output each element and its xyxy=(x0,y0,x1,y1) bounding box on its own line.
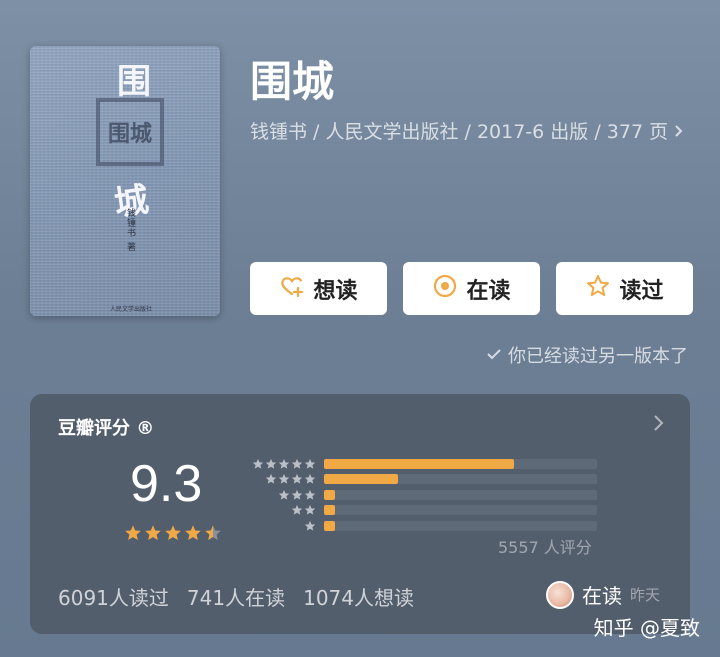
cover-author: 钱锺书 著 xyxy=(125,208,135,252)
reading-actions: 想读 在读 读过 xyxy=(250,262,693,315)
rating-dist-row xyxy=(244,472,597,488)
cover-title-top: 围 xyxy=(117,62,151,102)
other-edition-text: 你已经读过另一版本了 xyxy=(508,346,688,367)
rating-count: 5557 人评分 xyxy=(498,538,592,557)
heart-plus-icon xyxy=(279,273,305,305)
rating-stars xyxy=(124,524,222,542)
want-to-read-label: 想读 xyxy=(313,278,358,304)
rating-dist-track xyxy=(324,505,597,516)
registered-mark: ® xyxy=(136,418,155,439)
star-icon xyxy=(145,525,161,541)
star-outline-icon xyxy=(585,273,611,305)
chevron-right-icon[interactable] xyxy=(652,414,666,432)
reading-circle-icon xyxy=(432,273,458,305)
rating-card[interactable]: 豆瓣评分 ® 9.3 5557 人评分 6091人读过 741人在读 1074人… xyxy=(30,394,690,634)
star-icon xyxy=(304,489,316,500)
avatar xyxy=(545,580,574,609)
star-icon xyxy=(304,505,316,515)
star-icon xyxy=(291,489,303,500)
rating-dist-stars xyxy=(244,504,316,516)
stat-reading[interactable]: 741人在读 xyxy=(187,582,285,611)
rating-dist-fill xyxy=(324,520,335,531)
reader-stats: 6091人读过 741人在读 1074人想读 xyxy=(58,582,414,611)
want-to-read-button[interactable]: 想读 xyxy=(250,262,387,315)
rating-distribution xyxy=(244,456,597,534)
rating-header-text: 豆瓣评分 xyxy=(58,418,130,439)
other-edition-note[interactable]: 你已经读过另一版本了 xyxy=(486,342,688,368)
cover-publisher: 人民文学出版社 xyxy=(110,306,153,313)
stat-want[interactable]: 1074人想读 xyxy=(303,582,414,611)
star-icon xyxy=(185,525,201,541)
star-icon xyxy=(304,520,316,531)
rating-dist-track xyxy=(324,489,597,500)
rating-dist-stars xyxy=(244,458,316,470)
star-icon xyxy=(265,474,277,484)
chevron-right-icon xyxy=(674,121,684,143)
star-icon xyxy=(291,505,303,515)
rating-score: 9.3 xyxy=(130,455,203,513)
star-icon xyxy=(278,489,290,500)
rating-dist-fill xyxy=(324,489,335,500)
rating-dist-stars xyxy=(244,489,316,501)
star-icon xyxy=(205,525,221,541)
star-icon xyxy=(125,525,141,541)
star-icon xyxy=(278,458,290,469)
star-icon xyxy=(265,458,277,469)
star-icon xyxy=(291,474,303,484)
rating-dist-stars xyxy=(244,473,316,485)
reading-label: 在读 xyxy=(466,278,511,304)
rating-dist-fill xyxy=(324,458,514,469)
watermark: 知乎 @夏致 xyxy=(593,616,700,640)
rating-dist-row xyxy=(244,503,597,519)
rating-dist-row xyxy=(244,487,597,503)
book-meta-link[interactable]: 钱锺书 / 人民文学出版社 / 2017-6 出版 / 377 页 xyxy=(250,118,690,146)
reading-button[interactable]: 在读 xyxy=(403,262,540,315)
star-icon xyxy=(165,525,181,541)
star-icon xyxy=(291,458,303,469)
have-read-label: 读过 xyxy=(619,278,664,304)
book-meta-text: 钱锺书 / 人民文学出版社 / 2017-6 出版 / 377 页 xyxy=(250,121,669,143)
rating-dist-track xyxy=(324,458,597,469)
friend-time: 昨天 xyxy=(629,586,660,604)
book-title: 围城 xyxy=(250,57,335,106)
book-cover[interactable]: 围 围城 城 钱锺书 著 人民文学出版社 xyxy=(30,46,220,316)
rating-dist-row xyxy=(244,518,597,534)
star-icon xyxy=(278,474,290,484)
friend-status: 在读 xyxy=(581,584,622,608)
stat-read[interactable]: 6091人读过 xyxy=(58,582,169,611)
cover-seal-text: 围城 xyxy=(107,121,152,147)
rating-dist-stars xyxy=(244,520,316,532)
rating-dist-row xyxy=(244,456,597,472)
rating-dist-track xyxy=(324,474,597,485)
have-read-button[interactable]: 读过 xyxy=(556,262,693,315)
friend-activity[interactable]: 在读 昨天 xyxy=(545,580,660,609)
star-icon xyxy=(304,458,316,469)
rating-dist-track xyxy=(324,520,597,531)
rating-dist-fill xyxy=(324,474,398,485)
rating-header: 豆瓣评分 ® xyxy=(58,414,154,440)
star-icon xyxy=(304,474,316,484)
rating-dist-fill xyxy=(324,505,335,516)
star-icon xyxy=(252,458,264,469)
check-icon xyxy=(486,345,502,366)
cover-seal: 围城 xyxy=(96,98,164,166)
